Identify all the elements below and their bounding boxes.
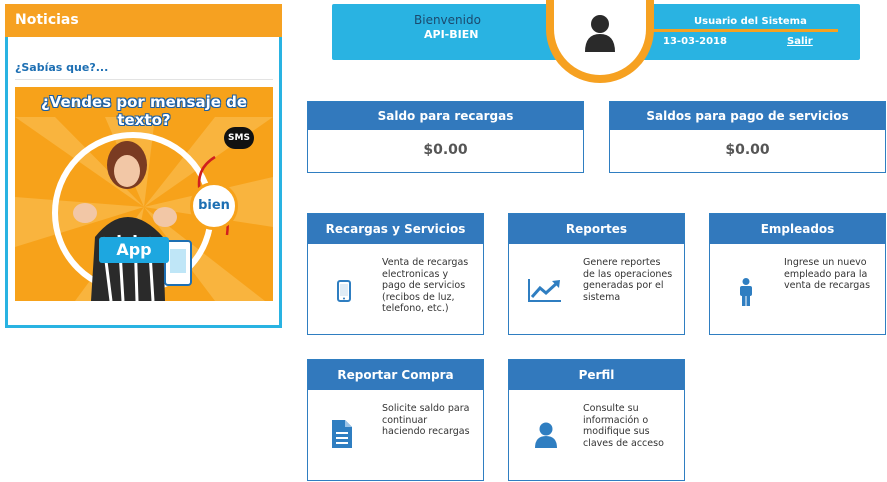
system-user-label: Usuario del Sistema: [694, 16, 807, 27]
card-title: Empleados: [710, 214, 885, 244]
avatar: [546, 0, 654, 83]
user-profile-icon: [535, 422, 557, 448]
card-reportes[interactable]: Reportes Genere reportes de las operacio…: [508, 213, 685, 335]
promo-image[interactable]: ¿Vendes por mensaje de texto? SMS bien A…: [15, 87, 273, 301]
promo-brand-logo: bien: [190, 182, 238, 230]
balance-card-title: Saldos para pago de servicios: [610, 102, 885, 130]
card-title: Reportar Compra: [308, 360, 483, 390]
card-reportar-compra[interactable]: Reportar Compra Solicite saldo para cont…: [307, 359, 484, 481]
welcome-username: API-BIEN: [424, 28, 479, 41]
promo-sms-bubble: SMS: [224, 127, 254, 149]
balance-card-title: Saldo para recargas: [308, 102, 583, 130]
card-recargas-servicios[interactable]: Recargas y Servicios Venta de recargas e…: [307, 213, 484, 335]
card-title: Perfil: [509, 360, 684, 390]
balance-card-recharges: Saldo para recargas $0.00: [307, 101, 584, 173]
user-avatar-icon: [585, 15, 615, 52]
news-panel: Noticias ¿Sabías que?... ¿Vendes por men…: [5, 4, 282, 328]
balance-card-value: $0.00: [423, 142, 468, 158]
card-description: Solicite saldo para continuar haciendo r…: [382, 403, 470, 437]
news-divider: [15, 79, 273, 80]
card-description: Consulte su información o modifique sus …: [583, 403, 664, 449]
banner-accent-line: [650, 29, 838, 32]
balance-card-value: $0.00: [725, 142, 770, 158]
promo-app-badge: App: [99, 237, 169, 263]
card-title: Recargas y Servicios: [308, 214, 483, 244]
card-empleados[interactable]: Empleados Ingrese un nuevo empleado para…: [709, 213, 886, 335]
card-description: Ingrese un nuevo empleado para la venta …: [784, 257, 871, 291]
balance-card-services: Saldos para pago de servicios $0.00: [609, 101, 886, 173]
card-perfil[interactable]: Perfil Consulte su información o modifiq…: [508, 359, 685, 481]
card-description: Genere reportes de las operaciones gener…: [583, 257, 673, 303]
card-title: Reportes: [509, 214, 684, 244]
news-title: Noticias: [5, 4, 282, 37]
mobile-phone-icon: [337, 280, 351, 302]
welcome-label: Bienvenido: [414, 13, 481, 27]
logout-link[interactable]: Salir: [787, 36, 813, 47]
news-subtitle: ¿Sabías que?...: [15, 61, 109, 74]
person-icon: [740, 278, 752, 306]
document-icon: [332, 420, 352, 448]
card-description: Venta de recargas electronicas y pago de…: [382, 257, 469, 314]
current-date: 13-03-2018: [663, 36, 727, 47]
promo-title: ¿Vendes por mensaje de texto?: [40, 93, 248, 129]
line-chart-icon: [528, 279, 561, 302]
